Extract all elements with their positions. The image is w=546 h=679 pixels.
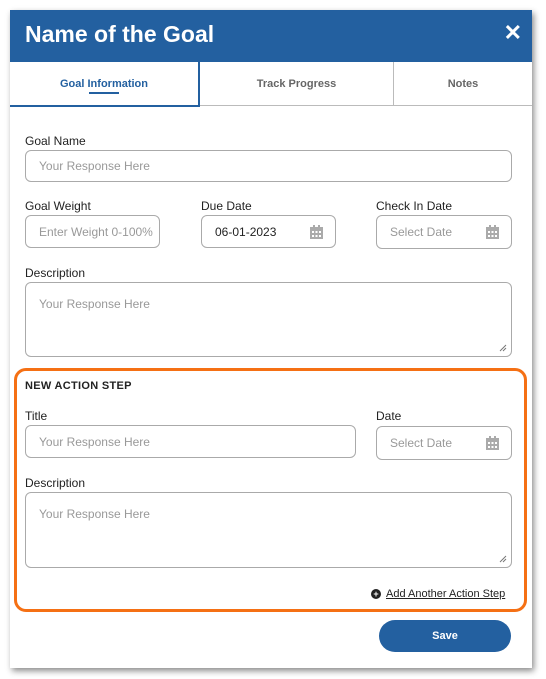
modal-header: Name of the Goal ✕ xyxy=(10,10,532,62)
goal-weight-input[interactable]: Enter Weight 0-100% xyxy=(25,215,160,248)
goal-name-input[interactable]: Your Response Here xyxy=(25,150,512,182)
due-date-input[interactable]: 06-01-2023 xyxy=(201,215,336,248)
resize-grip-icon[interactable] xyxy=(499,344,507,352)
value: 06-01-2023 xyxy=(215,224,277,239)
tab-track-progress[interactable]: Track Progress xyxy=(200,62,394,106)
add-action-step-label: Add Another Action Step xyxy=(386,588,506,600)
calendar-icon[interactable] xyxy=(486,225,499,239)
add-action-step-link[interactable]: + Add Another Action Step xyxy=(371,588,505,600)
tab-goal-information[interactable]: Goal Information xyxy=(10,62,200,107)
close-icon[interactable]: ✕ xyxy=(504,20,522,46)
resize-grip-icon[interactable] xyxy=(499,555,507,563)
modal-title: Name of the Goal xyxy=(25,21,215,47)
calendar-icon[interactable] xyxy=(310,224,323,239)
calendar-icon[interactable] xyxy=(486,436,499,450)
goal-name-label: Goal Name xyxy=(25,134,86,148)
placeholder: Select Date xyxy=(390,225,453,239)
action-date-label: Date xyxy=(376,409,402,423)
check-in-date-input[interactable]: Select Date xyxy=(376,215,512,249)
action-description-label: Description xyxy=(25,476,86,490)
tab-notes[interactable]: Notes xyxy=(394,62,532,106)
due-date-label: Due Date xyxy=(201,199,252,213)
check-in-date-label: Check In Date xyxy=(376,199,453,213)
placeholder: Your Response Here xyxy=(39,297,150,311)
tab-bar: Goal Information Track Progress Notes xyxy=(10,62,532,107)
description-label: Description xyxy=(25,266,86,280)
description-textarea[interactable]: Your Response Here xyxy=(25,282,512,357)
plus-circle-icon: + xyxy=(371,589,381,599)
save-button[interactable]: Save xyxy=(379,620,511,652)
action-step-heading: NEW ACTION STEP xyxy=(25,380,132,392)
action-date-input[interactable]: Select Date xyxy=(376,426,512,460)
goal-weight-label: Goal Weight xyxy=(25,199,91,213)
placeholder: Your Response Here xyxy=(39,159,150,173)
action-title-label: Title xyxy=(25,409,48,423)
placeholder: Your Response Here xyxy=(39,507,150,521)
action-step-highlight xyxy=(14,368,527,612)
placeholder: Your Response Here xyxy=(39,434,150,449)
action-description-textarea[interactable]: Your Response Here xyxy=(25,492,512,568)
action-title-input[interactable]: Your Response Here xyxy=(25,425,356,458)
placeholder: Enter Weight 0-100% xyxy=(39,224,153,239)
goal-modal: Name of the Goal ✕ Goal Information Trac… xyxy=(10,10,532,668)
placeholder: Select Date xyxy=(390,436,453,450)
